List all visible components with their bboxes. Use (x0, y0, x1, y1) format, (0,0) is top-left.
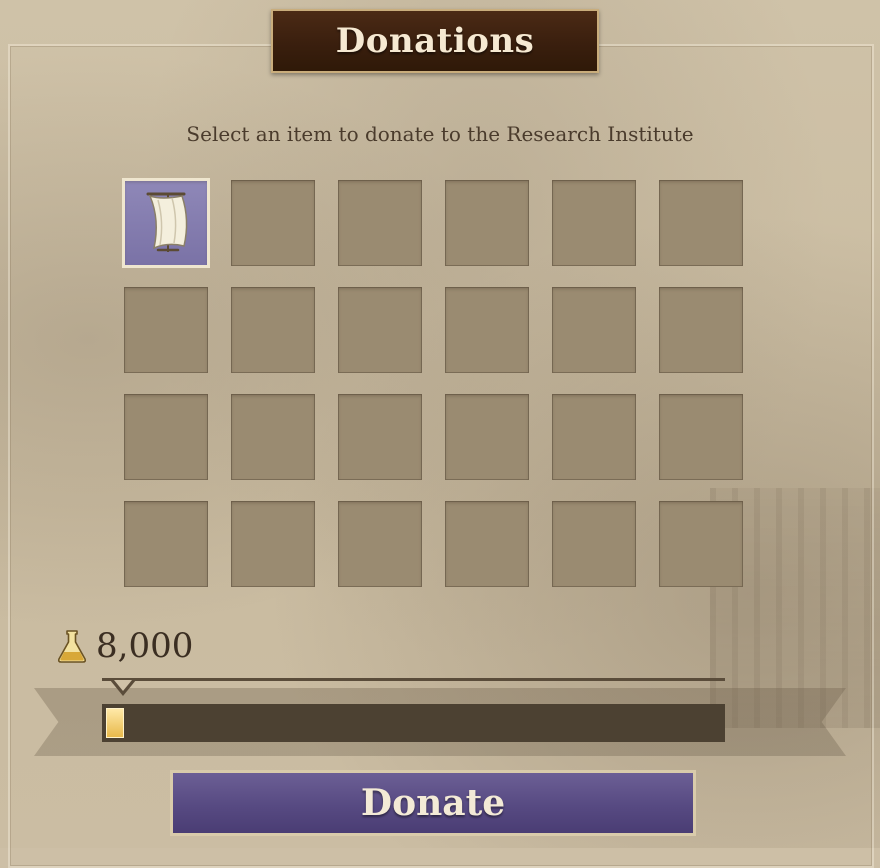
instruction-text: Select an item to donate to the Research… (186, 122, 694, 146)
progress-track-line (102, 678, 725, 681)
research-points-amount: 8,000 (96, 626, 194, 666)
inventory-slot[interactable] (338, 394, 422, 480)
inventory-slot[interactable] (659, 287, 743, 373)
inventory-slot[interactable] (659, 394, 743, 480)
donate-button[interactable]: Donate (170, 770, 696, 836)
inventory-slot[interactable] (552, 287, 636, 373)
inventory-slot[interactable] (659, 180, 743, 266)
donate-button-label: Donate (360, 782, 506, 824)
inventory-slot[interactable] (124, 501, 208, 587)
inventory-slot[interactable] (659, 501, 743, 587)
inventory-slot[interactable] (552, 394, 636, 480)
progress-marker (110, 680, 136, 696)
inventory-slot[interactable] (445, 287, 529, 373)
inventory-slot[interactable] (231, 287, 315, 373)
flask-icon (57, 630, 87, 663)
inventory-slot-selected[interactable] (122, 178, 210, 268)
inventory-slot[interactable] (338, 180, 422, 266)
inventory-slot[interactable] (445, 394, 529, 480)
research-points: 8,000 (56, 626, 193, 666)
inventory-slot[interactable] (231, 394, 315, 480)
progress-fill (106, 708, 124, 738)
title-plate: Donations (271, 9, 599, 73)
inventory-slot[interactable] (231, 180, 315, 266)
inventory-slot[interactable] (445, 180, 529, 266)
inventory-slot[interactable] (552, 501, 636, 587)
inventory-slot[interactable] (338, 287, 422, 373)
inventory-slot[interactable] (124, 394, 208, 480)
sail-icon (146, 192, 188, 252)
inventory-slot[interactable] (124, 287, 208, 373)
inventory-slot[interactable] (338, 501, 422, 587)
donation-progress-bar (102, 704, 725, 742)
inventory-slot[interactable] (445, 501, 529, 587)
inventory-slot[interactable] (231, 501, 315, 587)
inventory-grid (122, 178, 743, 587)
panel-title: Donations (335, 21, 535, 61)
inventory-slot[interactable] (552, 180, 636, 266)
